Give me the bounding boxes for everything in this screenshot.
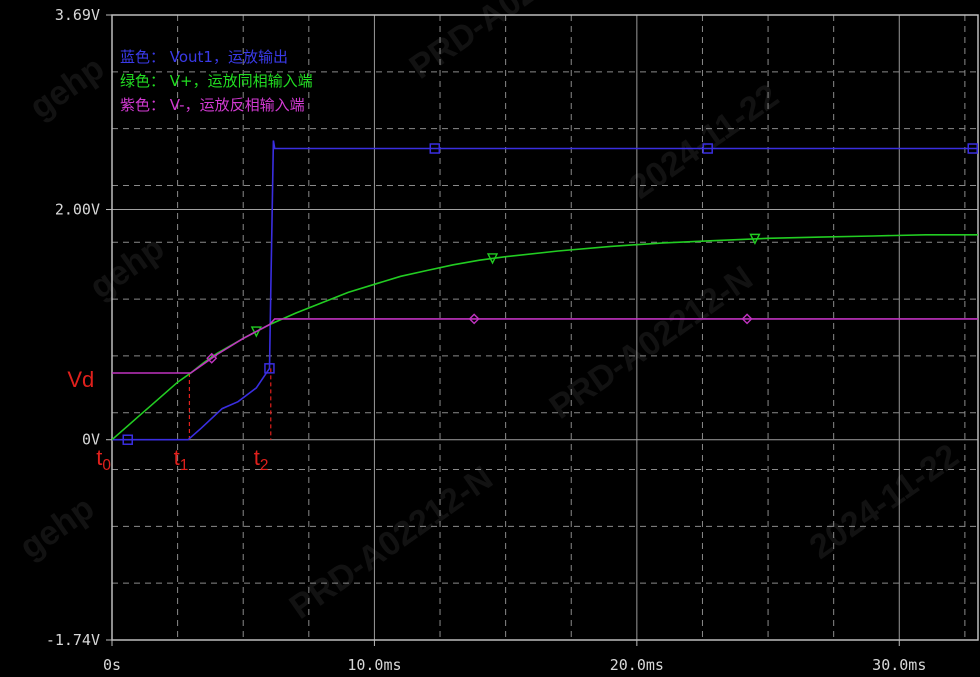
watermark-text: PRD-A02212-N (543, 259, 760, 427)
watermark-text: gehp (13, 489, 101, 567)
oscilloscope-chart: gehpPRD-A02212-N2024-11-22gehp PRD-A02212… (13, 0, 979, 674)
annotation-label: t0 (96, 445, 111, 474)
legend-entry: 蓝色： Vout1，运放输出 (120, 48, 288, 66)
series-line (112, 318, 978, 374)
annotation-label: t2 (254, 445, 269, 474)
watermark-text: 2024-11-22 (623, 77, 786, 207)
x-tick-label: 30.0ms (872, 656, 926, 674)
annotation-label: Vd (67, 367, 94, 392)
x-tick-label: 0s (103, 656, 121, 674)
annotation-label: t1 (174, 445, 189, 474)
watermark-text: gehp (23, 49, 111, 127)
y-tick-label: 3.69V (55, 6, 100, 24)
legend-entry: 紫色： V-，运放反相输入端 (120, 96, 305, 114)
watermark-text: PRD-A02212-N (283, 459, 500, 627)
legend-entry: 绿色： V+，运放同相输入端 (120, 72, 313, 90)
watermark: gehpPRD-A02212-N2024-11-22gehp PRD-A02212… (13, 0, 966, 627)
series-2 (112, 313, 978, 374)
x-tick-label: 10.0ms (347, 656, 401, 674)
watermark-text: PRD-A02212-N (403, 0, 620, 87)
legend: 蓝色： Vout1，运放输出绿色： V+，运放同相输入端紫色： V-，运放反相输… (120, 48, 313, 114)
series-1 (111, 233, 978, 441)
y-tick-label: -1.74V (46, 631, 100, 649)
watermark-text: gehp (83, 229, 171, 307)
series-line (111, 234, 978, 441)
y-tick-label: 2.00V (55, 201, 100, 219)
x-tick-label: 20.0ms (610, 656, 664, 674)
watermark-text: 2024-11-22 (803, 437, 966, 567)
